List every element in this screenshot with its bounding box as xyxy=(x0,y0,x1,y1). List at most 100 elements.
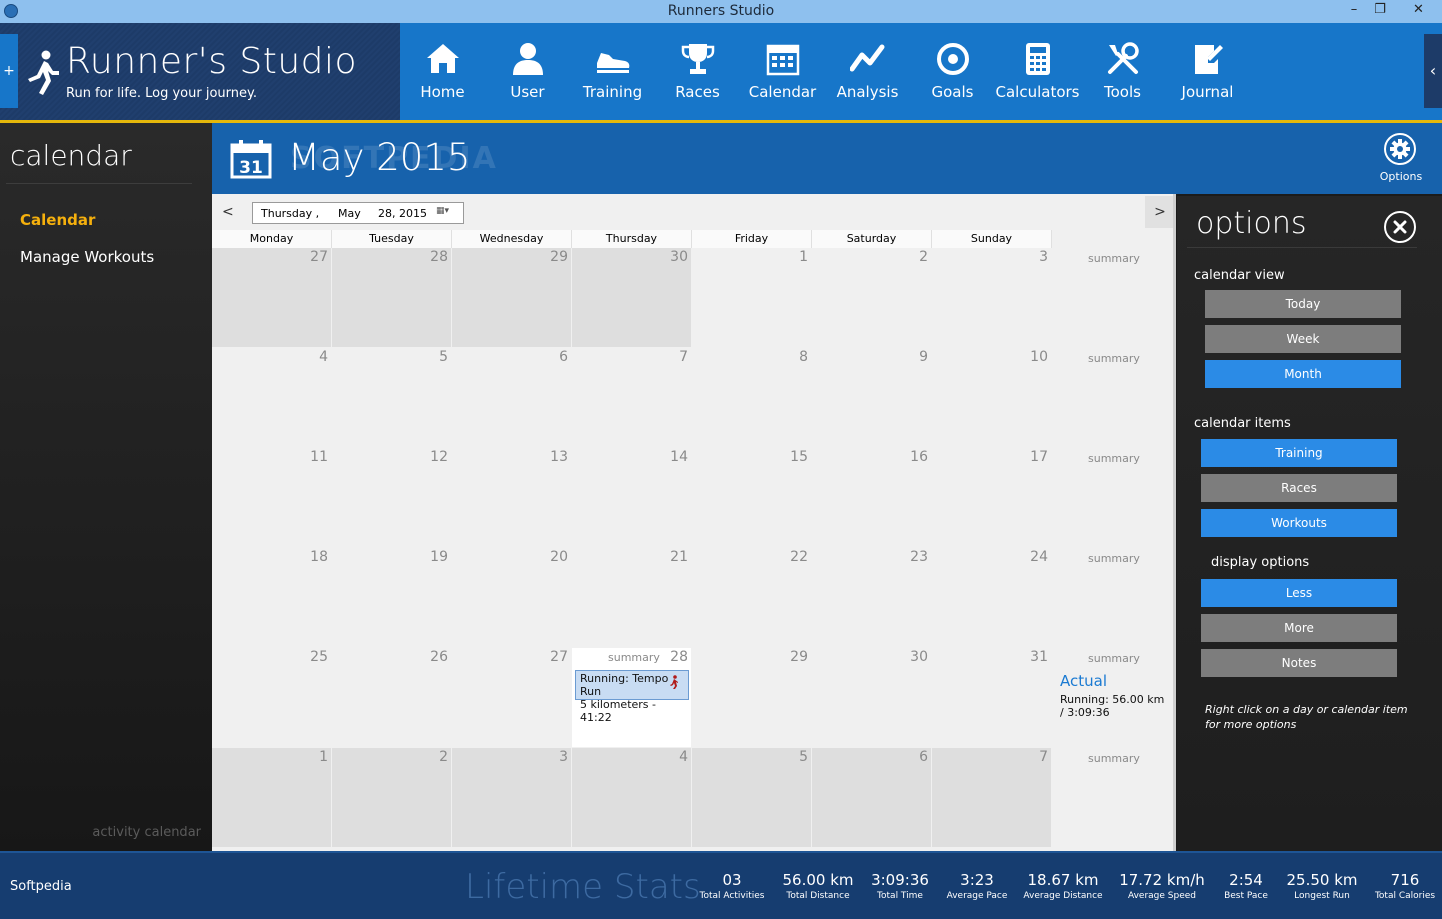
day-cell[interactable]: 12 xyxy=(332,448,451,547)
day-cell[interactable]: 1 xyxy=(692,248,811,347)
day-cell[interactable]: 5 xyxy=(332,348,451,447)
calendar-scrollbar[interactable] xyxy=(1173,194,1176,851)
day-cell[interactable]: 25 xyxy=(212,648,331,747)
day-cell[interactable]: 3 xyxy=(932,248,1051,347)
expand-panel-button[interactable]: + xyxy=(0,34,18,108)
nav-goals[interactable]: Goals xyxy=(910,23,995,120)
day-cell[interactable]: 6 xyxy=(812,748,931,847)
day-cell[interactable]: 6 xyxy=(452,348,571,447)
day-cell[interactable]: 7 xyxy=(572,348,691,447)
day-cell[interactable]: 19 xyxy=(332,548,451,647)
week-summary-cell[interactable]: summary xyxy=(1052,348,1172,447)
day-cell[interactable]: 30 xyxy=(812,648,931,747)
day-cell[interactable]: 9 xyxy=(812,348,931,447)
nav-user[interactable]: User xyxy=(485,23,570,120)
day-cell-today[interactable]: 28 summary Running: Tempo Run 5 kilometers … xyxy=(572,648,691,747)
nav-calculators[interactable]: Calculators xyxy=(995,23,1080,120)
day-cell[interactable]: 21 xyxy=(572,548,691,647)
day-cell[interactable]: 16 xyxy=(812,448,931,547)
day-cell[interactable]: 17 xyxy=(932,448,1051,547)
date-picker-month[interactable]: May xyxy=(338,207,361,220)
day-cell[interactable]: 5 xyxy=(692,748,811,847)
date-picker[interactable]: Thursday , May 28, 2015 ▦▾ xyxy=(252,202,464,224)
calendar-event[interactable]: Running: Tempo Run 5 kilometers - 41:22 xyxy=(575,670,689,724)
day-cell[interactable]: 11 xyxy=(212,448,331,547)
week-actual-text: Running: 56.00 km / 3:09:36 xyxy=(1060,693,1165,719)
items-training-button[interactable]: Training xyxy=(1201,439,1397,467)
nav-analysis[interactable]: Analysis xyxy=(825,23,910,120)
calendar-area: < Thursday , May 28, 2015 ▦▾ > Monday Tue… xyxy=(212,194,1175,851)
options-panel: options calendar view Today Week Month cal… xyxy=(1177,196,1442,851)
day-summary-link[interactable]: summary xyxy=(608,651,660,664)
day-cell[interactable]: 27 xyxy=(212,248,331,347)
week-summary-cell[interactable]: summary xyxy=(1052,448,1172,547)
display-more-button[interactable]: More xyxy=(1201,614,1397,642)
week-summary-cell[interactable]: summary xyxy=(1052,748,1172,847)
view-week-button[interactable]: Week xyxy=(1205,325,1401,353)
day-cell[interactable]: 2 xyxy=(332,748,451,847)
sidebar-item-calendar[interactable]: Calendar xyxy=(20,211,95,229)
close-window-button[interactable]: ✕ xyxy=(1396,0,1441,20)
day-cell[interactable]: 4 xyxy=(572,748,691,847)
display-less-button[interactable]: Less xyxy=(1201,579,1397,607)
day-cell[interactable]: 8 xyxy=(692,348,811,447)
date-picker-weekday[interactable]: Thursday , xyxy=(261,207,319,220)
day-cell[interactable]: 2 xyxy=(812,248,931,347)
divider xyxy=(6,183,192,184)
day-cell[interactable]: 24 xyxy=(932,548,1051,647)
tools-icon xyxy=(1108,42,1139,74)
shoe-icon xyxy=(597,53,630,73)
next-month-button[interactable]: > xyxy=(1145,196,1175,228)
day-cell[interactable]: 29 xyxy=(452,248,571,347)
day-cell[interactable]: 26 xyxy=(332,648,451,747)
day-cell[interactable]: 29 xyxy=(692,648,811,747)
day-cell[interactable]: 1 xyxy=(212,748,331,847)
stat-item: 03 Total Activities xyxy=(682,871,782,901)
day-cell[interactable]: 28 xyxy=(332,248,451,347)
close-options-button[interactable] xyxy=(1384,211,1416,243)
day-cell[interactable]: 23 xyxy=(812,548,931,647)
date-picker-dropdown-icon[interactable]: ▦▾ xyxy=(436,206,460,220)
week-summary-cell[interactable]: summary xyxy=(1052,248,1172,347)
nav-training[interactable]: Training xyxy=(570,23,655,120)
day-cell[interactable]: 7 xyxy=(932,748,1051,847)
view-today-button[interactable]: Today xyxy=(1205,290,1401,318)
day-cell[interactable]: 18 xyxy=(212,548,331,647)
day-cell[interactable]: 4 xyxy=(212,348,331,447)
day-cell[interactable]: 15 xyxy=(692,448,811,547)
nav-journal[interactable]: Journal xyxy=(1165,23,1250,120)
nav-races[interactable]: Races xyxy=(655,23,740,120)
gear-icon xyxy=(1390,139,1410,159)
options-button[interactable] xyxy=(1384,133,1416,165)
minimize-button[interactable]: – xyxy=(1340,0,1368,20)
view-month-button[interactable]: Month xyxy=(1205,360,1401,388)
items-workouts-button[interactable]: Workouts xyxy=(1201,509,1397,537)
nav-tools[interactable]: Tools xyxy=(1080,23,1165,120)
day-cell[interactable]: 3 xyxy=(452,748,571,847)
day-number: 30 xyxy=(670,249,688,265)
sidebar-item-manage-workouts[interactable]: Manage Workouts xyxy=(20,248,154,266)
date-picker-date[interactable]: 28, 2015 xyxy=(378,207,427,220)
stat-value: 3:23 xyxy=(960,871,994,889)
weekday-header: Wednesday xyxy=(452,230,572,248)
day-cell[interactable]: 22 xyxy=(692,548,811,647)
week-summary-label: summary xyxy=(1088,652,1140,665)
day-cell[interactable]: 10 xyxy=(932,348,1051,447)
day-cell[interactable]: 27 xyxy=(452,648,571,747)
day-cell[interactable]: 20 xyxy=(452,548,571,647)
nav-calendar[interactable]: Calendar xyxy=(740,23,825,120)
nav-home[interactable]: Home xyxy=(400,23,485,120)
previous-month-button[interactable]: < xyxy=(222,204,234,220)
items-races-button[interactable]: Races xyxy=(1201,474,1397,502)
week-summary-cell[interactable]: summary xyxy=(1052,548,1172,647)
day-cell[interactable]: 13 xyxy=(452,448,571,547)
day-number: 28 xyxy=(670,649,688,665)
day-cell[interactable]: 30 xyxy=(572,248,691,347)
restore-button[interactable]: ❐ xyxy=(1366,0,1394,20)
stat-item: 18.67 km Average Distance xyxy=(1013,871,1113,901)
week-summary-cell[interactable]: summary Actual Running: 56.00 km / 3:09:36 xyxy=(1052,648,1172,747)
display-notes-button[interactable]: Notes xyxy=(1201,649,1397,677)
day-cell[interactable]: 31 xyxy=(932,648,1051,747)
collapse-panel-button[interactable]: ‹ xyxy=(1424,34,1442,108)
day-cell[interactable]: 14 xyxy=(572,448,691,547)
